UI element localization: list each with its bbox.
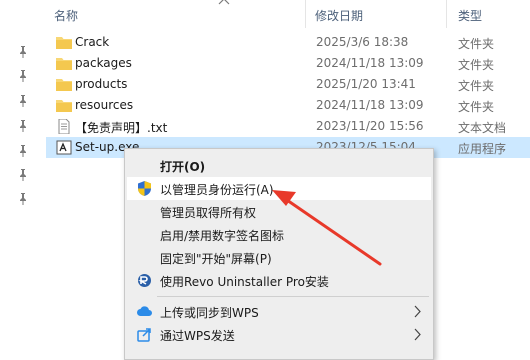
exe-icon bbox=[56, 140, 72, 155]
text-file-icon bbox=[56, 119, 72, 134]
menu-item-pin-to-start[interactable]: 固定到"开始"屏幕(P) bbox=[127, 246, 431, 269]
menu-item-label: 以管理员身份运行(A) bbox=[160, 183, 274, 197]
file-modified: 2025/3/6 18:38 bbox=[316, 35, 409, 49]
navigation-pane bbox=[0, 0, 40, 352]
column-type[interactable]: 类型 bbox=[458, 7, 482, 24]
revo-uninstaller-icon bbox=[136, 272, 153, 289]
pin-icon[interactable] bbox=[18, 193, 28, 205]
file-modified: 2025/1/20 13:41 bbox=[316, 77, 416, 91]
menu-item-label: 使用Revo Uninstaller Pro安装 bbox=[160, 275, 329, 289]
file-type: 文件夹 bbox=[458, 79, 495, 93]
file-row-disclaimer[interactable]: 【免责声明】.txt 2023/11/20 15:56 文本文档 bbox=[46, 116, 530, 137]
pin-icon[interactable] bbox=[18, 120, 28, 132]
file-type: 文件夹 bbox=[458, 100, 495, 114]
menu-item-label: 启用/禁用数字签名图标 bbox=[160, 229, 285, 243]
menu-item-toggle-signature-icon[interactable]: 启用/禁用数字签名图标 bbox=[127, 223, 431, 246]
menu-item-run-as-admin[interactable]: 以管理员身份运行(A) bbox=[127, 177, 431, 200]
file-type: 文件夹 bbox=[458, 37, 495, 51]
pin-icon[interactable] bbox=[18, 95, 28, 107]
file-type: 应用程序 bbox=[458, 142, 507, 156]
menu-item-label: 通过WPS发送 bbox=[160, 329, 235, 343]
wps-share-icon bbox=[136, 326, 153, 343]
menu-item-open[interactable]: 打开(O) bbox=[127, 154, 431, 177]
column-header: 名称 修改日期 类型 bbox=[46, 0, 530, 28]
file-modified: 2024/11/18 13:09 bbox=[316, 56, 424, 70]
file-type: 文本文档 bbox=[458, 121, 507, 135]
folder-icon bbox=[56, 77, 72, 92]
column-divider[interactable] bbox=[305, 0, 306, 28]
column-name[interactable]: 名称 bbox=[54, 7, 78, 24]
folder-icon bbox=[56, 98, 72, 113]
column-modified[interactable]: 修改日期 bbox=[315, 7, 363, 24]
pin-icon[interactable] bbox=[18, 70, 28, 82]
folder-icon bbox=[56, 56, 72, 71]
file-name: Crack bbox=[75, 35, 110, 49]
file-row-products[interactable]: products 2025/1/20 13:41 文件夹 bbox=[46, 74, 530, 95]
menu-item-revo-install[interactable]: 使用Revo Uninstaller Pro安装 bbox=[127, 269, 431, 292]
pin-icon[interactable] bbox=[18, 145, 28, 157]
menu-item-take-ownership[interactable]: 管理员取得所有权 bbox=[127, 200, 431, 223]
file-name: resources bbox=[75, 98, 134, 112]
file-modified: 2024/11/18 13:09 bbox=[316, 98, 424, 112]
folder-icon bbox=[56, 35, 72, 50]
menu-item-wps-upload[interactable]: 上传或同步到WPS bbox=[127, 300, 431, 323]
column-divider[interactable] bbox=[446, 0, 447, 28]
file-name: packages bbox=[75, 56, 132, 70]
menu-item-label: 固定到"开始"屏幕(P) bbox=[160, 252, 272, 266]
menu-item-label: 上传或同步到WPS bbox=[160, 306, 259, 320]
pin-icon[interactable] bbox=[18, 169, 28, 181]
file-name: 【免责声明】.txt bbox=[75, 121, 168, 135]
sort-ascending-icon bbox=[218, 0, 230, 5]
chevron-right-icon bbox=[414, 328, 421, 341]
file-name: products bbox=[75, 77, 128, 91]
file-row-crack[interactable]: Crack 2025/3/6 18:38 文件夹 bbox=[46, 32, 530, 53]
menu-item-wps-send[interactable]: 通过WPS发送 bbox=[127, 323, 431, 346]
file-modified: 2023/11/20 15:56 bbox=[316, 119, 424, 133]
wps-cloud-icon bbox=[136, 303, 153, 320]
file-row-resources[interactable]: resources 2024/11/18 13:09 文件夹 bbox=[46, 95, 530, 116]
context-menu: 打开(O) 以管理员身份运行(A) 管理员取得所有权 启用/禁用数字签名图标 固… bbox=[124, 148, 434, 360]
uac-shield-icon bbox=[136, 180, 153, 197]
menu-item-label: 打开(O) bbox=[160, 160, 206, 174]
chevron-right-icon bbox=[414, 305, 421, 318]
menu-separator bbox=[157, 296, 429, 297]
file-type: 文件夹 bbox=[458, 58, 495, 72]
menu-item-label: 管理员取得所有权 bbox=[160, 206, 257, 220]
pin-icon[interactable] bbox=[18, 46, 28, 58]
file-row-packages[interactable]: packages 2024/11/18 13:09 文件夹 bbox=[46, 53, 530, 74]
